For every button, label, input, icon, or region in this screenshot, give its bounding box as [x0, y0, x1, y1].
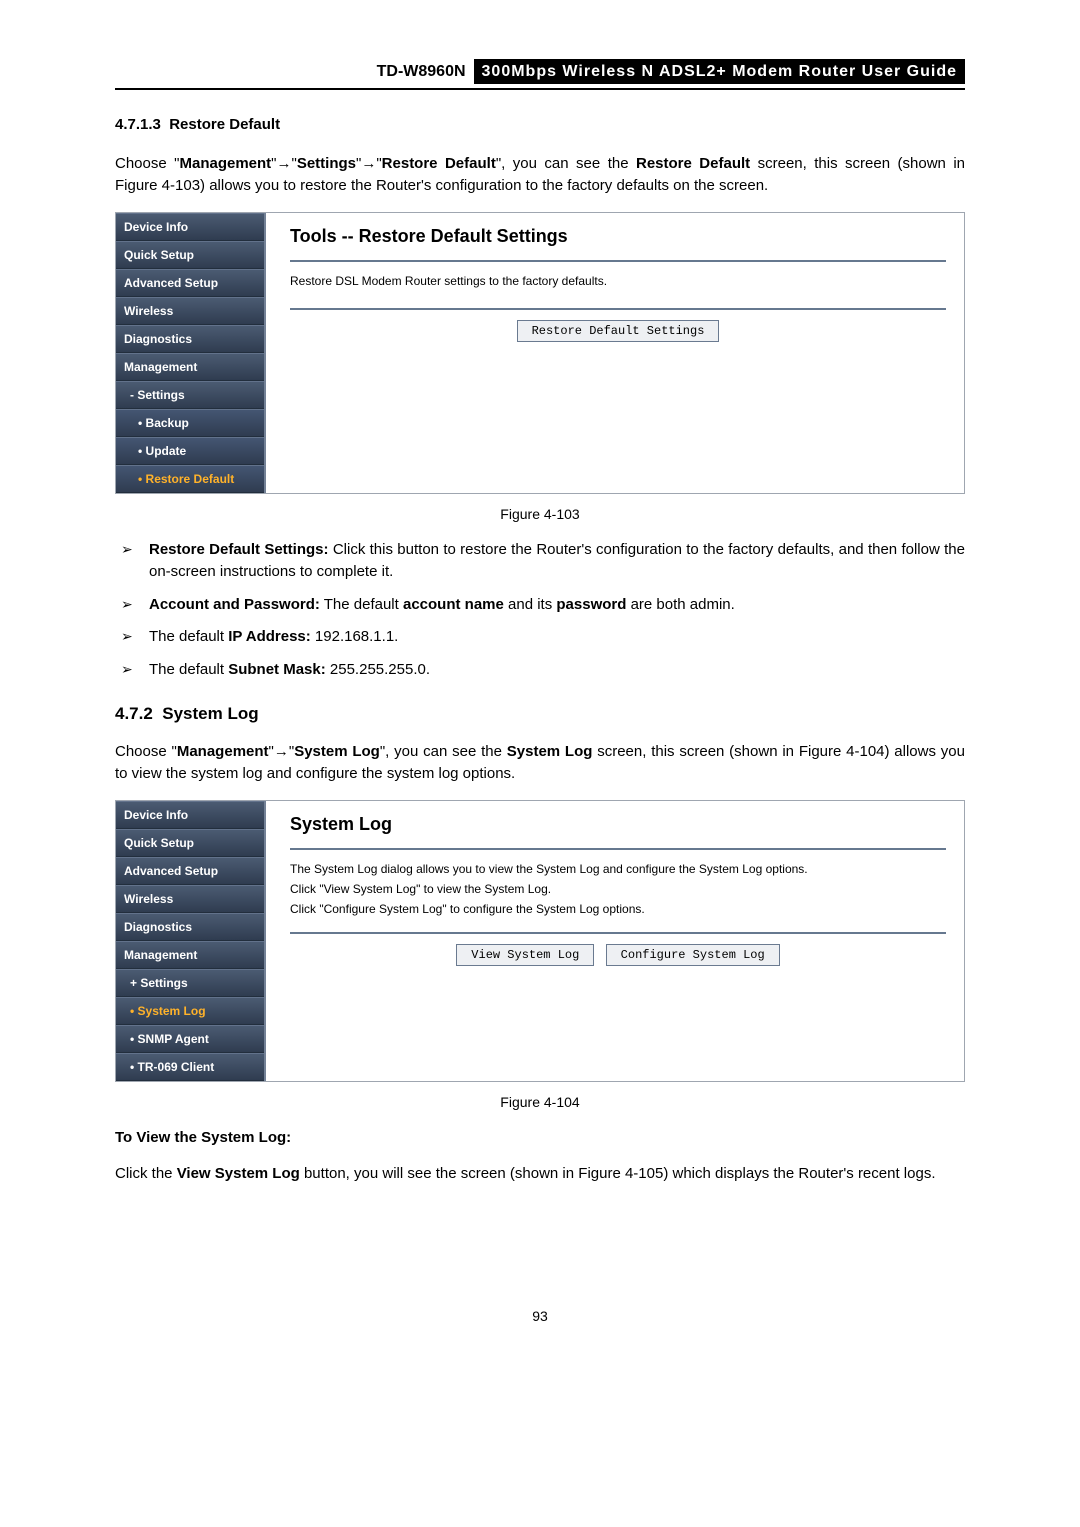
- section-title: System Log: [162, 704, 258, 723]
- bullet-restore-default: Restore Default Settings: Click this but…: [115, 539, 965, 584]
- section-paragraph-restore: Choose "Management"→"Settings"→"Restore …: [115, 153, 965, 198]
- nav-update[interactable]: • Update: [116, 437, 264, 465]
- section-number: 4.7.2: [115, 704, 153, 723]
- panel-restore-default: Tools -- Restore Default Settings Restor…: [266, 213, 964, 493]
- section-paragraph-syslog: Choose "Management"→"System Log", you ca…: [115, 741, 965, 786]
- divider: [290, 848, 946, 850]
- section-number: 4.7.1.3: [115, 116, 161, 133]
- nav-settings[interactable]: - Settings: [116, 381, 264, 409]
- bullet-subnet-mask: The default Subnet Mask: 255.255.255.0.: [115, 659, 965, 682]
- panel-text: Click "Configure System Log" to configur…: [290, 900, 946, 918]
- nav-device-info[interactable]: Device Info: [116, 213, 264, 241]
- panel-title: Tools -- Restore Default Settings: [290, 223, 946, 250]
- nav-quick-setup[interactable]: Quick Setup: [116, 241, 264, 269]
- nav-management[interactable]: Management: [116, 353, 264, 381]
- view-system-log-button[interactable]: View System Log: [456, 944, 594, 966]
- nav-settings[interactable]: + Settings: [116, 969, 264, 997]
- panel-title: System Log: [290, 811, 946, 838]
- restore-default-button[interactable]: Restore Default Settings: [517, 320, 720, 342]
- section-title: Restore Default: [169, 116, 280, 133]
- figure-system-log-screenshot: Device Info Quick Setup Advanced Setup W…: [115, 800, 965, 1082]
- panel-text: Restore DSL Modem Router settings to the…: [290, 272, 946, 290]
- nav-advanced-setup[interactable]: Advanced Setup: [116, 269, 264, 297]
- arrow-icon: →: [361, 155, 376, 172]
- section-heading-system-log: 4.7.2 System Log: [115, 701, 965, 727]
- arrow-icon: →: [277, 155, 292, 172]
- arrow-icon: →: [274, 743, 289, 760]
- nav-advanced-setup[interactable]: Advanced Setup: [116, 857, 264, 885]
- paragraph-view-system-log: Click the View System Log button, you wi…: [115, 1163, 965, 1186]
- nav-management[interactable]: Management: [116, 941, 264, 969]
- nav-snmp-agent[interactable]: • SNMP Agent: [116, 1025, 264, 1053]
- nav-wireless[interactable]: Wireless: [116, 885, 264, 913]
- nav-system-log[interactable]: • System Log: [116, 997, 264, 1025]
- nav-restore-default[interactable]: • Restore Default: [116, 465, 264, 493]
- doc-title: 300Mbps Wireless N ADSL2+ Modem Router U…: [474, 59, 965, 84]
- model-number: TD-W8960N: [377, 63, 474, 80]
- panel-text: Click "View System Log" to view the Syst…: [290, 880, 946, 898]
- divider: [290, 308, 946, 310]
- page-number: 93: [115, 1306, 965, 1327]
- sidebar-nav: Device Info Quick Setup Advanced Setup W…: [116, 213, 266, 493]
- panel-text: The System Log dialog allows you to view…: [290, 860, 946, 878]
- nav-quick-setup[interactable]: Quick Setup: [116, 829, 264, 857]
- button-row: Restore Default Settings: [290, 320, 946, 342]
- section-heading-restore-default: 4.7.1.3 Restore Default: [115, 114, 965, 137]
- sidebar-nav: Device Info Quick Setup Advanced Setup W…: [116, 801, 266, 1081]
- nav-diagnostics[interactable]: Diagnostics: [116, 913, 264, 941]
- nav-wireless[interactable]: Wireless: [116, 297, 264, 325]
- divider: [290, 260, 946, 262]
- bullet-ip-address: The default IP Address: 192.168.1.1.: [115, 626, 965, 649]
- nav-device-info[interactable]: Device Info: [116, 801, 264, 829]
- panel-system-log: System Log The System Log dialog allows …: [266, 801, 964, 1081]
- bullet-list-restore: Restore Default Settings: Click this but…: [115, 539, 965, 682]
- bullet-account-password: Account and Password: The default accoun…: [115, 594, 965, 617]
- nav-diagnostics[interactable]: Diagnostics: [116, 325, 264, 353]
- figure-caption: Figure 4-104: [115, 1092, 965, 1113]
- nav-tr069-client[interactable]: • TR-069 Client: [116, 1053, 264, 1081]
- figure-restore-default-screenshot: Device Info Quick Setup Advanced Setup W…: [115, 212, 965, 494]
- nav-backup[interactable]: • Backup: [116, 409, 264, 437]
- divider: [290, 932, 946, 934]
- subheading-view-system-log: To View the System Log:: [115, 1127, 965, 1150]
- figure-caption: Figure 4-103: [115, 504, 965, 525]
- document-header: TD-W8960N300Mbps Wireless N ADSL2+ Modem…: [115, 60, 965, 90]
- button-row: View System Log Configure System Log: [290, 944, 946, 966]
- configure-system-log-button[interactable]: Configure System Log: [606, 944, 780, 966]
